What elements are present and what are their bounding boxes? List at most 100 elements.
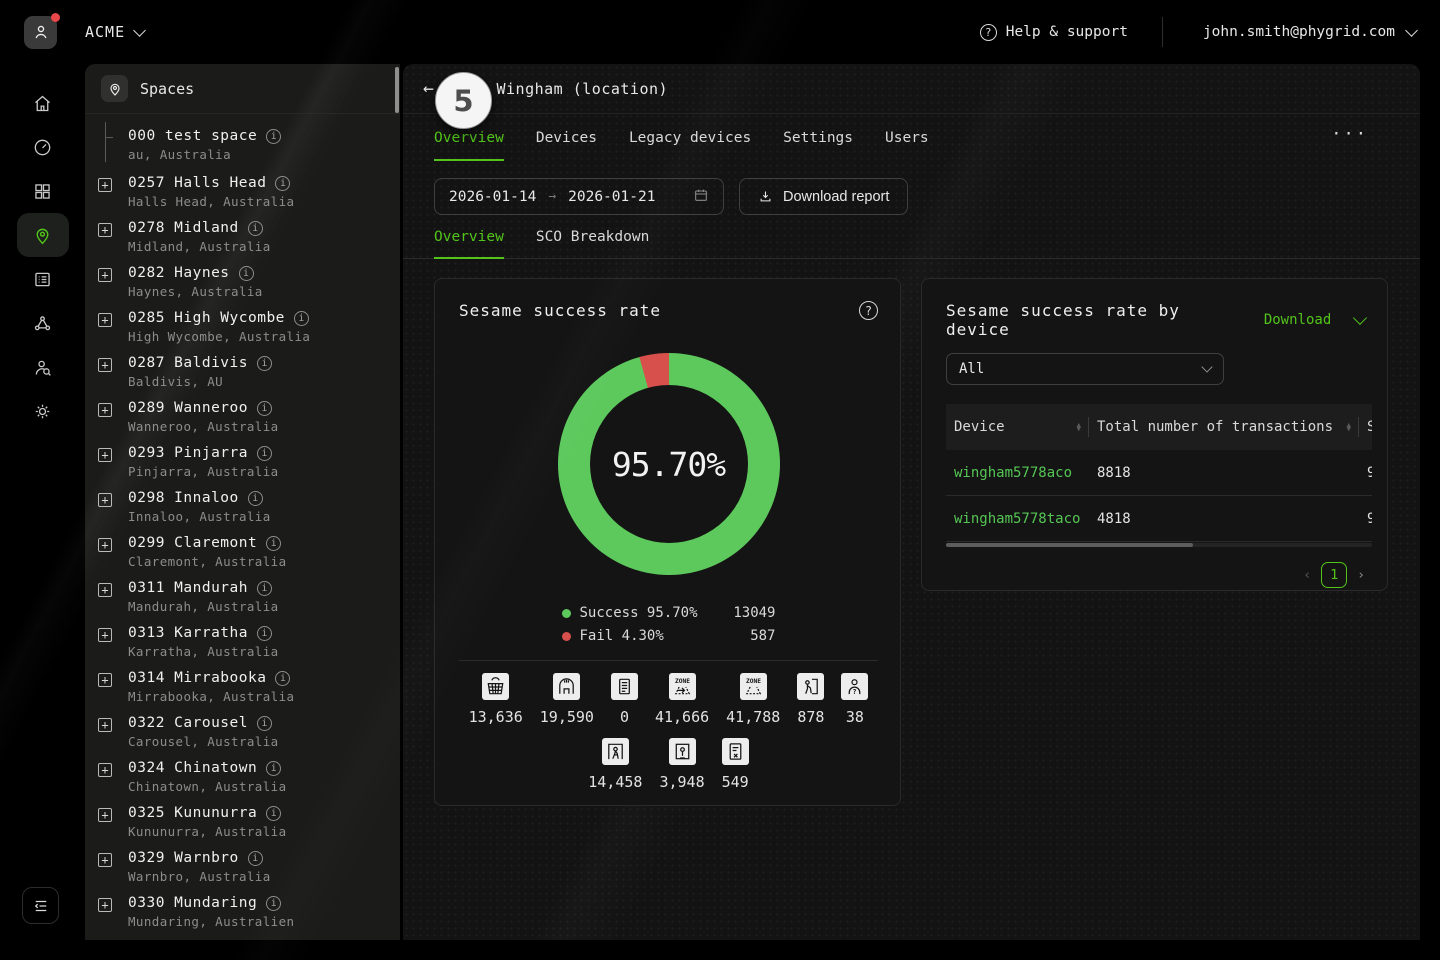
space-name[interactable]: 0298 Innaloo bbox=[128, 490, 239, 506]
space-item[interactable]: +0298 InnalooiInnaloo, Australia bbox=[98, 490, 390, 524]
space-item[interactable]: +0322 CarouseliCarousel, Australia bbox=[98, 715, 390, 749]
rail-item-integrations[interactable] bbox=[17, 301, 69, 345]
subtab-sco-breakdown[interactable]: SCO Breakdown bbox=[536, 229, 650, 259]
rail-item-home[interactable] bbox=[17, 81, 69, 125]
device-link[interactable]: wingham5778aco bbox=[954, 465, 1072, 481]
rail-item-users[interactable] bbox=[17, 345, 69, 389]
info-icon[interactable]: i bbox=[266, 896, 281, 911]
date-from[interactable]: 2026-01-14 bbox=[449, 189, 536, 205]
expand-node-button[interactable]: + bbox=[98, 763, 112, 777]
expand-node-button[interactable]: + bbox=[98, 223, 112, 237]
info-icon[interactable]: i bbox=[257, 626, 272, 641]
expand-node-button[interactable]: + bbox=[98, 628, 112, 642]
expand-node-button[interactable]: + bbox=[98, 853, 112, 867]
space-item[interactable]: +0289 WannerooiWanneroo, Australia bbox=[98, 400, 390, 434]
expand-node-button[interactable]: + bbox=[98, 268, 112, 282]
device-filter-select[interactable]: All bbox=[946, 353, 1224, 385]
space-item[interactable]: +0287 BaldivisiBaldivis, AU bbox=[98, 355, 390, 389]
space-name[interactable]: 0289 Wanneroo bbox=[128, 400, 248, 416]
space-item[interactable]: +0285 High WycombeiHigh Wycombe, Austral… bbox=[98, 310, 390, 344]
space-item[interactable]: +0311 MandurahiMandurah, Australia bbox=[98, 580, 390, 614]
rail-item-settings[interactable] bbox=[17, 389, 69, 433]
space-item[interactable]: +0313 KarrathaiKarratha, Australia bbox=[98, 625, 390, 659]
card-help-icon[interactable]: ? bbox=[859, 301, 878, 320]
page-number-button[interactable]: 1 bbox=[1321, 562, 1347, 588]
space-item[interactable]: +0257 Halls HeadiHalls Head, Australia bbox=[98, 175, 390, 209]
info-icon[interactable]: i bbox=[239, 266, 254, 281]
space-item[interactable]: +0329 WarnbroiWarnbro, Australia bbox=[98, 850, 390, 884]
expand-node-button[interactable]: + bbox=[98, 358, 112, 372]
space-name[interactable]: 0293 Pinjarra bbox=[128, 445, 248, 461]
sidebar-collapse-button[interactable] bbox=[22, 887, 59, 924]
space-name[interactable]: 0324 Chinatown bbox=[128, 760, 257, 776]
space-name[interactable]: 0330 Mundaring bbox=[128, 895, 257, 911]
user-menu[interactable]: john.smith@phygrid.com bbox=[1163, 24, 1416, 40]
rail-item-content[interactable] bbox=[17, 257, 69, 301]
expand-node-button[interactable]: + bbox=[98, 718, 112, 732]
chevron-down-icon[interactable] bbox=[1353, 311, 1367, 325]
back-button[interactable]: ← bbox=[423, 80, 434, 98]
download-report-button[interactable]: Download report bbox=[739, 178, 908, 215]
date-range-picker[interactable]: 2026-01-14 → 2026-01-21 bbox=[434, 178, 724, 215]
expand-node-button[interactable]: + bbox=[98, 583, 112, 597]
space-item[interactable]: 000 test spaceiau, Australia bbox=[98, 128, 390, 164]
prev-page-button[interactable]: ‹ bbox=[1303, 568, 1311, 583]
expand-node-button[interactable]: + bbox=[98, 673, 112, 687]
space-name[interactable]: 0325 Kununurra bbox=[128, 805, 257, 821]
tab-devices[interactable]: Devices bbox=[536, 114, 597, 161]
info-icon[interactable]: i bbox=[266, 761, 281, 776]
expand-node-button[interactable]: + bbox=[98, 178, 112, 192]
space-item[interactable]: +0282 HaynesiHaynes, Australia bbox=[98, 265, 390, 299]
date-to[interactable]: 2026-01-21 bbox=[568, 189, 655, 205]
subtab-overview[interactable]: Overview bbox=[434, 229, 504, 259]
info-icon[interactable]: i bbox=[257, 356, 272, 371]
avatar[interactable] bbox=[24, 16, 57, 49]
expand-node-button[interactable]: + bbox=[98, 313, 112, 327]
space-name[interactable]: 0287 Baldivis bbox=[128, 355, 248, 371]
space-item[interactable]: +0325 KununurraiKununurra, Australia bbox=[98, 805, 390, 839]
next-page-button[interactable]: › bbox=[1357, 568, 1365, 583]
expand-node-button[interactable]: + bbox=[98, 403, 112, 417]
rail-item-apps[interactable] bbox=[17, 169, 69, 213]
column-header-transactions[interactable]: Total number of transactions▲▼ bbox=[1089, 404, 1359, 450]
space-name[interactable]: 0311 Mandurah bbox=[128, 580, 248, 596]
more-actions-button[interactable]: ··· bbox=[1331, 124, 1368, 144]
tab-legacy-devices[interactable]: Legacy devices bbox=[629, 114, 751, 161]
info-icon[interactable]: i bbox=[266, 806, 281, 821]
info-icon[interactable]: i bbox=[275, 176, 290, 191]
rail-item-spaces[interactable] bbox=[17, 213, 69, 257]
space-name[interactable]: 0322 Carousel bbox=[128, 715, 248, 731]
expand-node-button[interactable]: + bbox=[98, 808, 112, 822]
space-name[interactable]: 0278 Midland bbox=[128, 220, 239, 236]
info-icon[interactable]: i bbox=[266, 129, 281, 144]
expand-node-button[interactable]: + bbox=[98, 448, 112, 462]
expand-node-button[interactable]: + bbox=[98, 898, 112, 912]
space-item[interactable]: +0314 MirrabookaiMirrabooka, Australia bbox=[98, 670, 390, 704]
info-icon[interactable]: i bbox=[275, 671, 290, 686]
info-icon[interactable]: i bbox=[248, 851, 263, 866]
sidebar-scrollbar[interactable] bbox=[395, 67, 399, 113]
info-icon[interactable]: i bbox=[257, 716, 272, 731]
space-name[interactable]: 0314 Mirrabooka bbox=[128, 670, 266, 686]
space-item[interactable]: +0278 MidlandiMidland, Australia bbox=[98, 220, 390, 254]
help-support-link[interactable]: ? Help & support bbox=[980, 24, 1162, 41]
space-name[interactable]: 0299 Claremont bbox=[128, 535, 257, 551]
tab-settings[interactable]: Settings bbox=[783, 114, 853, 161]
space-item[interactable]: +0293 PinjarraiPinjarra, Australia bbox=[98, 445, 390, 479]
info-icon[interactable]: i bbox=[294, 311, 309, 326]
expand-node-button[interactable]: + bbox=[98, 538, 112, 552]
sort-icon[interactable]: ▲▼ bbox=[1068, 423, 1081, 432]
space-name[interactable]: 000 test space bbox=[128, 128, 257, 144]
space-name[interactable]: 0329 Warnbro bbox=[128, 850, 239, 866]
info-icon[interactable]: i bbox=[257, 446, 272, 461]
expand-node-button[interactable]: + bbox=[98, 493, 112, 507]
space-name[interactable]: 0282 Haynes bbox=[128, 265, 230, 281]
column-header-device[interactable]: Device▲▼ bbox=[946, 404, 1089, 450]
rail-item-dashboard[interactable] bbox=[17, 125, 69, 169]
info-icon[interactable]: i bbox=[257, 581, 272, 596]
info-icon[interactable]: i bbox=[248, 491, 263, 506]
org-switcher[interactable]: ACME bbox=[85, 23, 144, 41]
space-name[interactable]: 0285 High Wycombe bbox=[128, 310, 285, 326]
sort-icon[interactable]: ▲▼ bbox=[1338, 423, 1351, 432]
tab-users[interactable]: Users bbox=[885, 114, 929, 161]
